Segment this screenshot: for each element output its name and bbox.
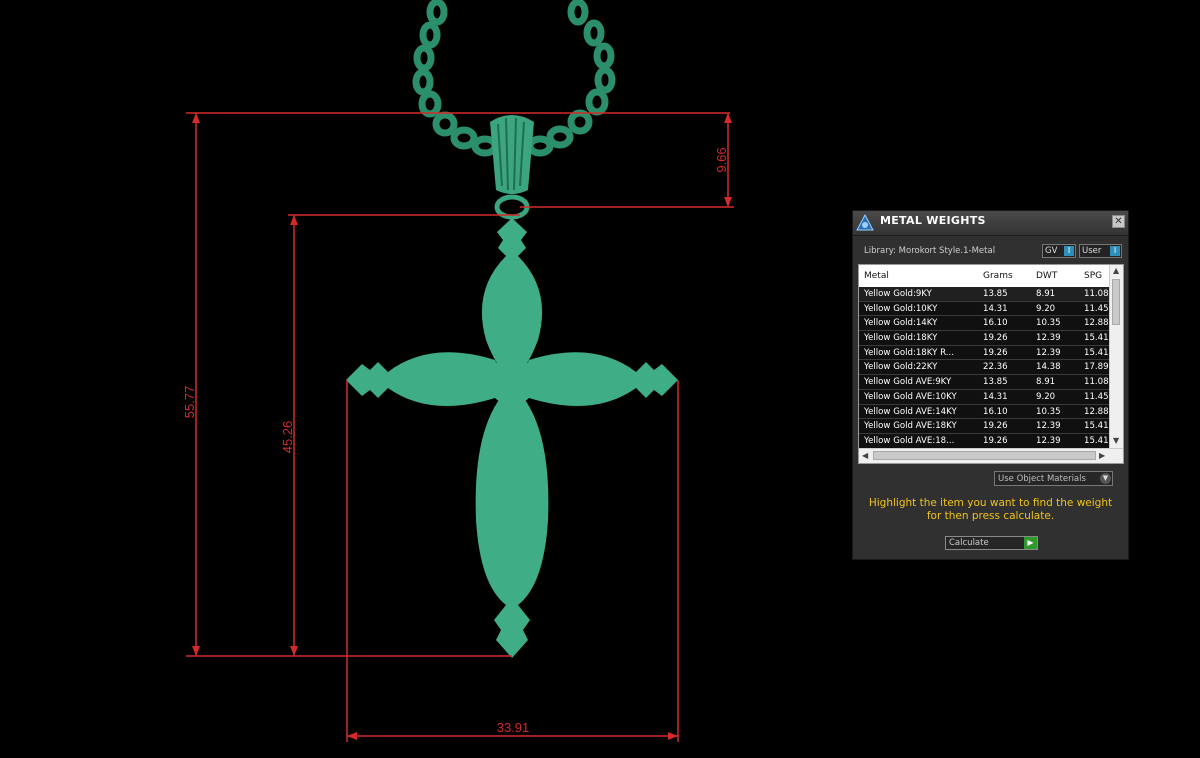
cell-grams: 22.36 — [983, 362, 1008, 373]
cell-grams: 16.10 — [983, 406, 1008, 417]
cell-dwt: 10.35 — [1036, 406, 1061, 417]
table-row[interactable]: Yellow Gold:14KY 16.10 10.35 12.88 — [859, 316, 1111, 332]
table-row[interactable]: Yellow Gold:22KY 22.36 14.38 17.89 — [859, 360, 1111, 376]
table-row[interactable]: Yellow Gold:10KY 14.31 9.20 11.45 — [859, 301, 1111, 317]
cell-spg: 15.41 — [1084, 347, 1109, 358]
cell-metal: Yellow Gold AVE:18... — [864, 435, 955, 446]
scroll-left-icon[interactable]: ◀ — [862, 451, 868, 460]
scroll-down-icon[interactable]: ▼ — [1113, 436, 1119, 445]
table-row[interactable]: Yellow Gold:18KY R... 19.26 12.39 15.41 — [859, 345, 1111, 361]
cell-metal: Yellow Gold:18KY R... — [864, 347, 954, 358]
close-icon[interactable]: ✕ — [1112, 215, 1125, 228]
pendant-bail — [490, 115, 534, 220]
scroll-right-icon[interactable]: ▶ — [1099, 451, 1105, 460]
scroll-up-icon[interactable]: ▲ — [1113, 266, 1119, 275]
cell-metal: Yellow Gold AVE:14KY — [864, 406, 957, 417]
gv-toggle[interactable]: GV I — [1042, 244, 1076, 258]
cell-metal: Yellow Gold AVE:9KY — [864, 377, 952, 388]
app-logo-icon — [856, 213, 874, 231]
panel-title: METAL WEIGHTS — [880, 214, 986, 227]
cell-dwt: 10.35 — [1036, 318, 1061, 329]
cell-spg: 15.41 — [1084, 333, 1109, 344]
cell-grams: 13.85 — [983, 289, 1008, 299]
table-row[interactable]: Yellow Gold AVE:9KY 13.85 8.91 11.08 — [859, 375, 1111, 390]
cell-metal: Yellow Gold:9KY — [864, 289, 932, 299]
cell-dwt: 9.20 — [1036, 391, 1056, 402]
dim-label-bail-height: 9.66 — [714, 147, 729, 172]
user-toggle-knob: I — [1110, 246, 1120, 256]
table-row[interactable]: Yellow Gold:9KY 13.85 8.91 11.08 — [859, 287, 1111, 302]
table-row[interactable]: Yellow Gold AVE:10KY 14.31 9.20 11.45 — [859, 389, 1111, 405]
table-row[interactable]: Yellow Gold AVE:18KY 19.26 12.39 15.41 — [859, 419, 1111, 434]
cell-dwt: 9.20 — [1036, 303, 1056, 314]
table-body: Yellow Gold:9KY 13.85 8.91 11.08 Yellow Gold… — [859, 287, 1111, 463]
cell-metal: Yellow Gold:10KY — [864, 303, 938, 314]
calculate-label: Calculate — [949, 538, 989, 548]
cell-spg: 15.41 — [1084, 435, 1109, 446]
cell-grams: 14.31 — [983, 391, 1008, 402]
library-label: Library: Morokort Style.1-Metal — [864, 246, 996, 256]
material-source-value: Use Object Materials — [998, 474, 1086, 484]
gv-toggle-knob: I — [1064, 246, 1074, 256]
cell-metal: Yellow Gold:22KY — [864, 362, 938, 373]
cell-dwt: 8.91 — [1036, 377, 1056, 388]
cell-grams: 13.85 — [983, 377, 1008, 388]
column-header-dwt[interactable]: DWT — [1036, 271, 1057, 281]
dim-label-cross-height: 45.26 — [280, 421, 295, 454]
dim-label-width: 33.91 — [497, 720, 530, 735]
table-row[interactable]: Yellow Gold AVE:18... 19.26 12.39 15.41 — [859, 433, 1111, 449]
cell-dwt: 12.39 — [1036, 347, 1061, 358]
calculate-button[interactable]: Calculate ▶ — [945, 536, 1038, 550]
cell-metal: Yellow Gold AVE:10KY — [864, 391, 957, 402]
table-header: Metal Grams DWT SPG — [859, 265, 1111, 288]
cell-spg: 17.89 — [1084, 362, 1109, 373]
dimension-lines — [186, 112, 734, 742]
cell-dwt: 8.91 — [1036, 289, 1056, 299]
cell-grams: 19.26 — [983, 435, 1008, 446]
cross-pendant — [346, 218, 678, 658]
cell-dwt: 12.39 — [1036, 421, 1061, 432]
cell-spg: 11.08 — [1084, 289, 1109, 299]
cell-dwt: 12.39 — [1036, 333, 1061, 344]
metal-weights-panel: METAL WEIGHTS ✕ Library: Morokort Style.… — [852, 210, 1129, 560]
column-header-spg[interactable]: SPG — [1084, 271, 1102, 281]
table-row[interactable]: Yellow Gold:18KY 19.26 12.39 15.41 — [859, 331, 1111, 346]
cell-metal: Yellow Gold AVE:18KY — [864, 421, 957, 432]
cell-spg: 12.88 — [1084, 318, 1109, 329]
cell-spg: 12.88 — [1084, 406, 1109, 417]
horizontal-scrollbar[interactable]: ◀ ▶ — [859, 448, 1123, 463]
cell-dwt: 12.39 — [1036, 435, 1061, 446]
gv-toggle-label: GV — [1045, 246, 1058, 256]
table-row[interactable]: Yellow Gold AVE:14KY 16.10 10.35 12.88 — [859, 404, 1111, 420]
column-header-metal[interactable]: Metal — [864, 271, 889, 281]
cell-grams: 16.10 — [983, 318, 1008, 329]
cell-dwt: 14.38 — [1036, 362, 1061, 373]
vertical-scrollbar[interactable]: ▲ ▼ — [1109, 265, 1123, 449]
cell-grams: 19.26 — [983, 347, 1008, 358]
panel-titlebar[interactable]: METAL WEIGHTS ✕ — [853, 211, 1128, 236]
horizontal-scroll-thumb[interactable] — [873, 451, 1096, 460]
metal-weights-table: Metal Grams DWT SPG Yellow Gold:9KY 13.85… — [858, 264, 1124, 464]
cell-grams: 19.26 — [983, 333, 1008, 344]
cell-grams: 14.31 — [983, 303, 1008, 314]
material-source-dropdown[interactable]: Use Object Materials ▼ — [994, 471, 1113, 486]
dropdown-arrow-icon: ▼ — [1100, 473, 1111, 484]
user-toggle[interactable]: User I — [1079, 244, 1122, 258]
play-arrow-icon: ▶ — [1024, 537, 1037, 549]
vertical-scroll-thumb[interactable] — [1112, 279, 1120, 325]
cell-metal: Yellow Gold:18KY — [864, 333, 938, 344]
cell-spg: 15.41 — [1084, 421, 1109, 432]
column-header-grams[interactable]: Grams — [983, 271, 1013, 281]
cell-metal: Yellow Gold:14KY — [864, 318, 938, 329]
cell-spg: 11.45 — [1084, 391, 1109, 402]
instruction-text: Highlight the item you want to find the … — [868, 497, 1113, 522]
cell-spg: 11.08 — [1084, 377, 1109, 388]
cell-spg: 11.45 — [1084, 303, 1109, 314]
dim-label-total-height: 55.77 — [182, 386, 197, 419]
user-toggle-label: User — [1082, 246, 1102, 256]
cell-grams: 19.26 — [983, 421, 1008, 432]
